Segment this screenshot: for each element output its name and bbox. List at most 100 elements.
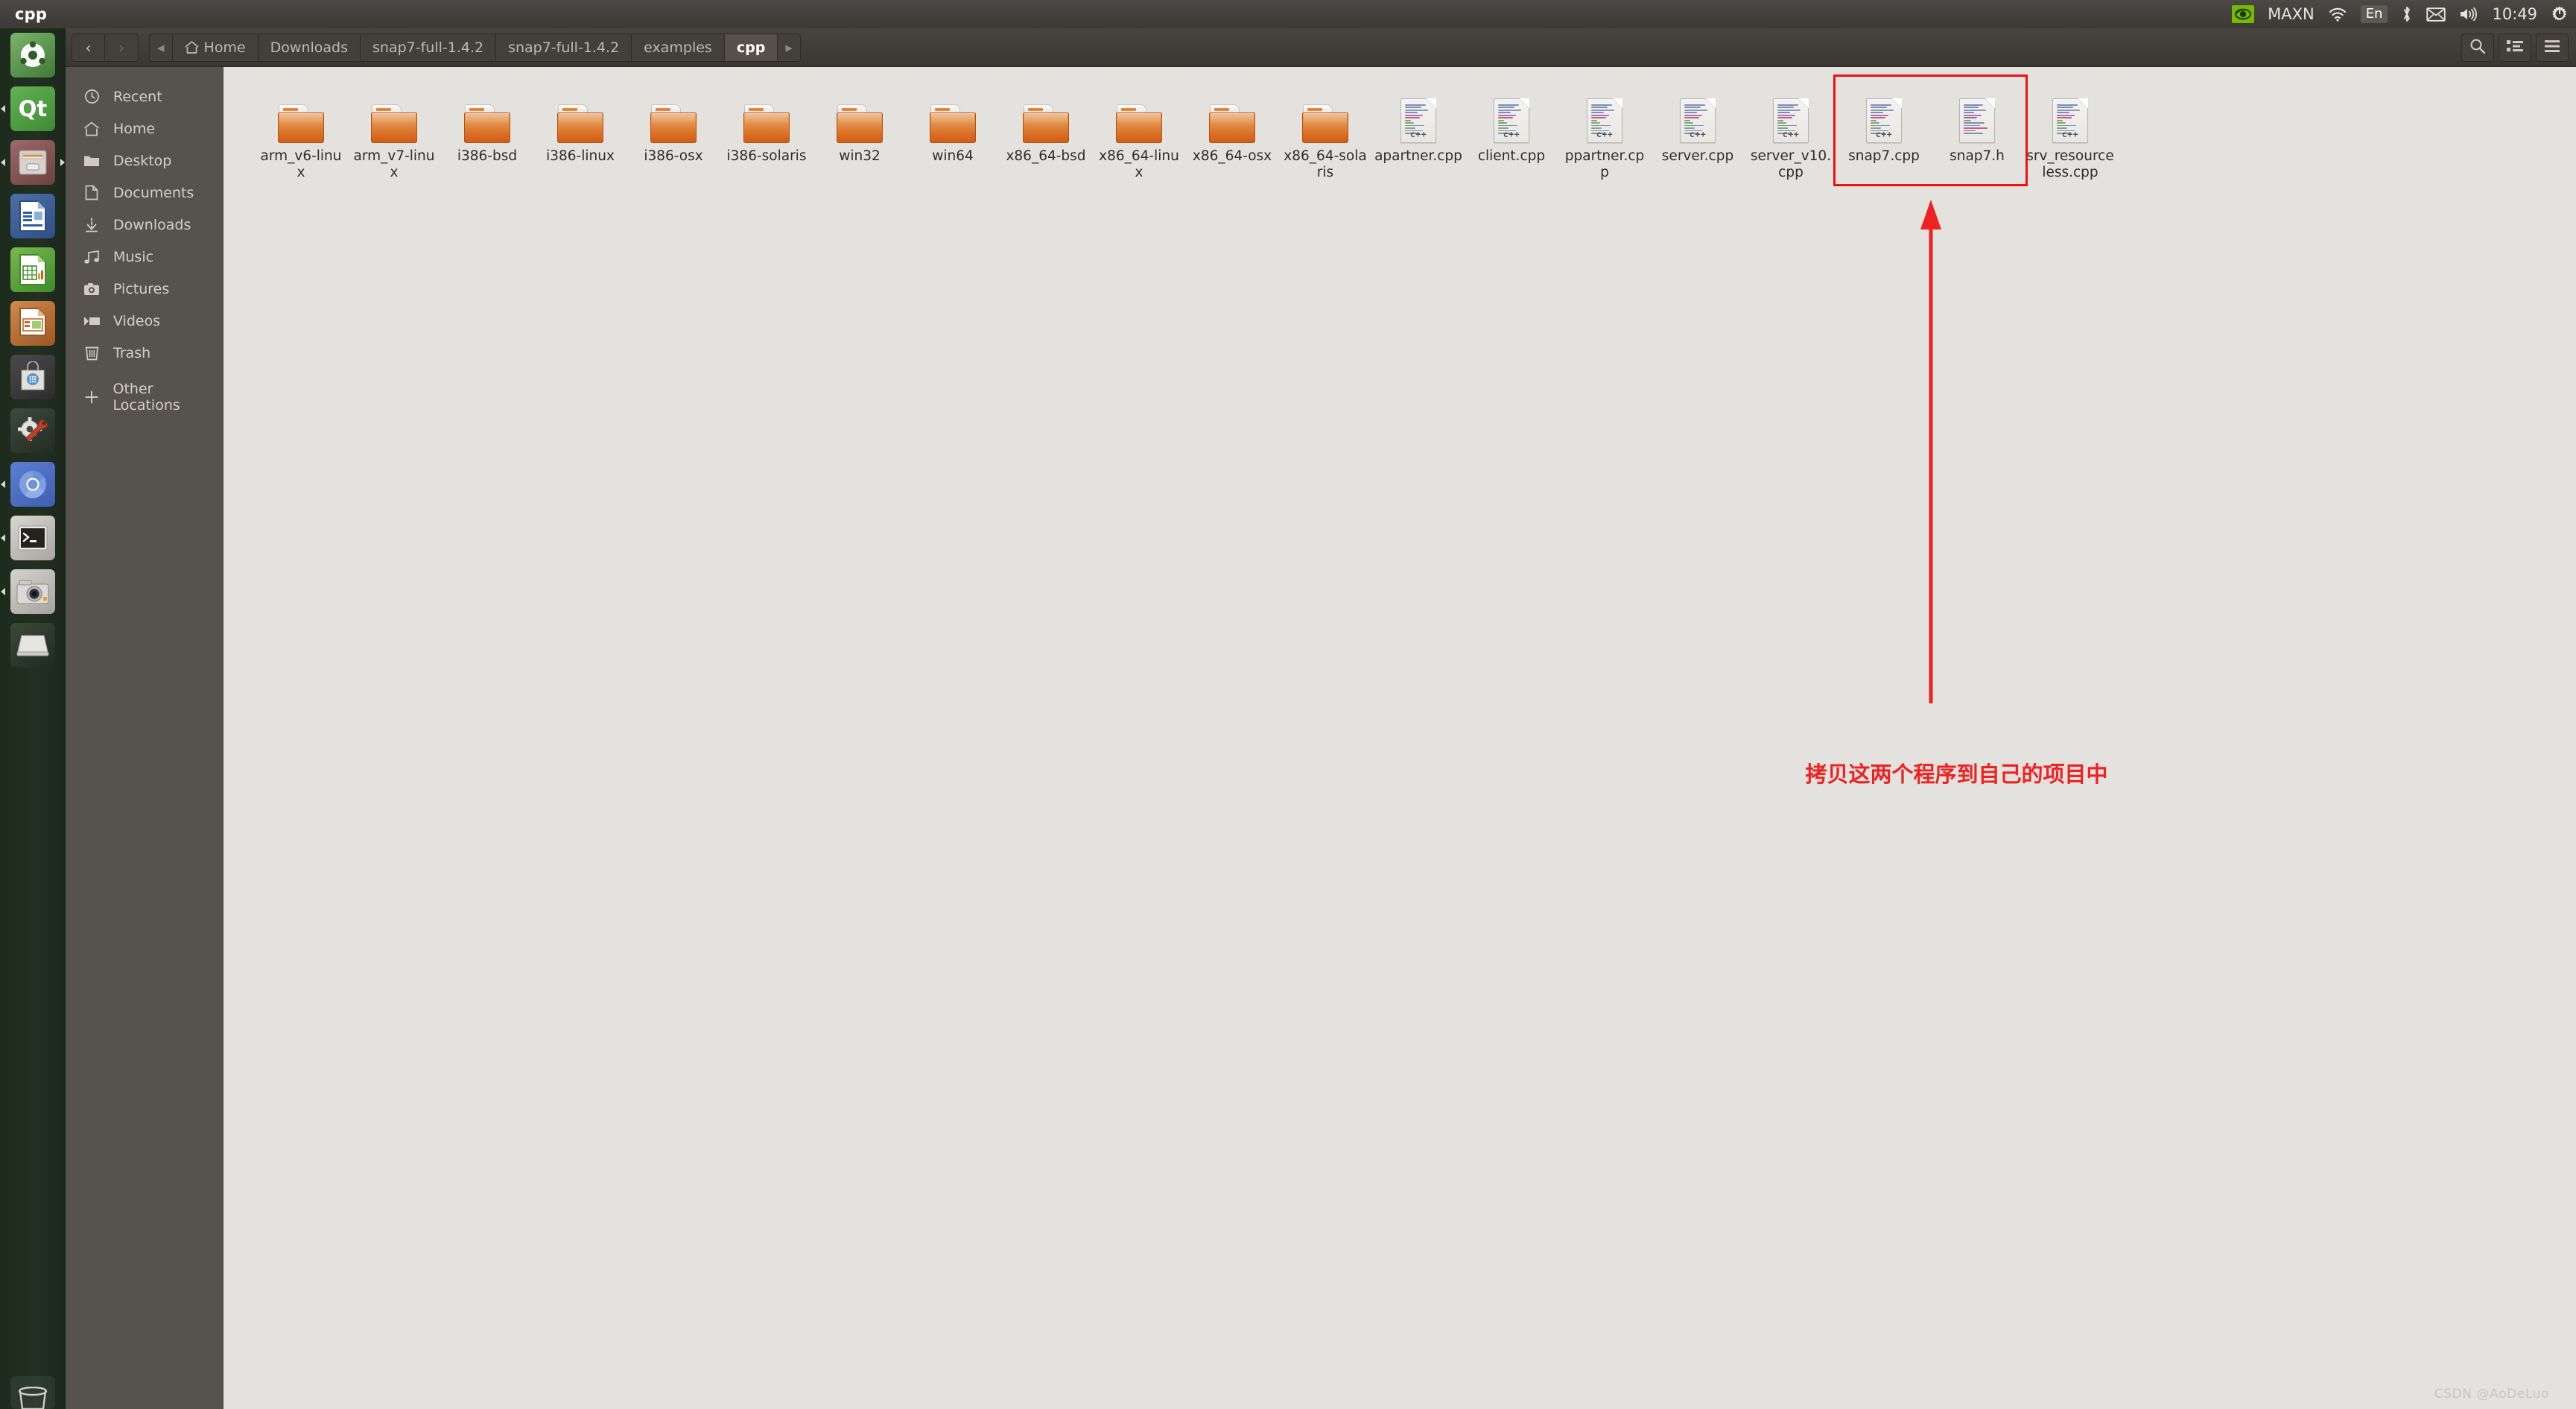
file-item[interactable]: c++ apartner.cpp <box>1372 79 1465 183</box>
ubuntu-software-icon <box>10 355 55 399</box>
file-item[interactable]: win64 <box>907 79 999 183</box>
file-name-label: server.cpp <box>1661 148 1734 164</box>
launcher-item-qt-creator[interactable]: Qt <box>0 82 66 136</box>
launcher-item-system-settings[interactable] <box>0 404 66 457</box>
file-item[interactable]: arm_v6-linux <box>255 79 347 183</box>
session-menu-indicator[interactable] <box>2551 5 2569 23</box>
file-icon-slot <box>464 85 510 143</box>
places-sidebar: Recent Home Desktop Documents Downloads … <box>66 67 223 1409</box>
sidebar-item-label: Documents <box>113 184 194 201</box>
bluetooth-indicator[interactable] <box>2401 5 2413 23</box>
bluetooth-icon <box>2401 5 2413 23</box>
file-icon-slot: c++ <box>1680 85 1716 143</box>
file-icon-view[interactable]: arm_v6-linux arm_v7-linux i386-bsd i386-… <box>223 67 2576 1409</box>
breadcrumb-scroll-left-button[interactable]: ◂ <box>150 34 173 61</box>
home-icon <box>185 41 199 54</box>
file-name-label: snap7.h <box>1950 148 2005 164</box>
file-item[interactable]: x86_64-osx <box>1186 79 1278 183</box>
sidebar-item-other-locations[interactable]: Other Locations <box>66 380 223 414</box>
messaging-indicator[interactable] <box>2426 7 2446 22</box>
cpp-type-label: c++ <box>1596 129 1614 139</box>
libreoffice-writer-icon <box>10 194 55 238</box>
file-item[interactable]: i386-osx <box>627 79 720 183</box>
forward-button[interactable]: › <box>105 34 138 61</box>
file-item[interactable]: c++ ppartner.cpp <box>1558 79 1651 183</box>
file-name-label: i386-bsd <box>457 148 518 164</box>
file-icon-slot <box>1959 85 1995 143</box>
sidebar-item-desktop[interactable]: Desktop <box>66 145 223 177</box>
breadcrumb-label: snap7-full-1.4.2 <box>372 39 484 56</box>
search-button[interactable] <box>2461 33 2494 62</box>
sidebar-item-label: Other Locations <box>112 380 180 414</box>
folder-icon <box>743 104 790 143</box>
breadcrumb-scroll-right-button[interactable]: ▸ <box>778 34 800 61</box>
file-item[interactable]: snap7.h <box>1931 79 2023 183</box>
folder-icon <box>1023 104 1069 143</box>
launcher-item-disk[interactable] <box>0 618 66 672</box>
sidebar-item-documents[interactable]: Documents <box>66 177 223 209</box>
file-name-label: snap7.cpp <box>1848 148 1920 164</box>
view-toggle-button[interactable] <box>2499 33 2531 62</box>
launcher-item-libreoffice-calc[interactable] <box>0 243 66 297</box>
launcher-item-files[interactable] <box>0 136 66 189</box>
file-item[interactable]: c++ client.cpp <box>1465 79 1558 183</box>
breadcrumb-label: snap7-full-1.4.2 <box>508 39 620 56</box>
launcher-item-ubuntu-software[interactable] <box>0 350 66 404</box>
wifi-indicator[interactable] <box>2328 7 2347 22</box>
file-item[interactable]: c++ server_v10.cpp <box>1745 79 1837 183</box>
breadcrumb-item-downloads[interactable]: Downloads <box>258 34 361 61</box>
breadcrumb-item-examples[interactable]: examples <box>632 34 725 61</box>
file-icon-slot: c++ <box>2052 85 2088 143</box>
launcher-item-chromium[interactable] <box>0 457 66 511</box>
launcher-item-terminal[interactable] <box>0 511 66 565</box>
sidebar-item-label: Recent <box>113 88 162 105</box>
cpp-source-file-icon: c++ <box>1680 98 1716 143</box>
volume-indicator[interactable] <box>2459 7 2478 22</box>
launcher-item-trash[interactable] <box>0 1355 66 1409</box>
back-button[interactable]: ‹ <box>72 34 105 61</box>
launcher-item-camera[interactable] <box>0 565 66 618</box>
file-manager-window: ‹ › ◂ Home Downloads snap7-full-1.4.2 sn… <box>66 28 2576 1409</box>
file-name-label: client.cpp <box>1477 148 1546 164</box>
sidebar-item-pictures[interactable]: Pictures <box>66 273 223 305</box>
file-item[interactable]: arm_v7-linux <box>348 79 440 183</box>
breadcrumb-item-snap7-inner[interactable]: snap7-full-1.4.2 <box>496 34 632 61</box>
file-item[interactable]: x86_64-solaris <box>1279 79 1371 183</box>
nvidia-gpu-indicator[interactable] <box>2232 5 2255 23</box>
menu-button[interactable] <box>2536 33 2569 62</box>
keyboard-layout-indicator[interactable]: En <box>2360 5 2388 23</box>
file-item[interactable]: i386-solaris <box>720 79 813 183</box>
sidebar-item-music[interactable]: Music <box>66 241 223 273</box>
headerbar-right-buttons <box>2461 33 2569 62</box>
sidebar-item-downloads[interactable]: Downloads <box>66 209 223 241</box>
launcher-item-libreoffice-impress[interactable] <box>0 297 66 350</box>
sidebar-item-recent[interactable]: Recent <box>66 80 223 113</box>
gpu-mode-label[interactable]: MAXN <box>2268 5 2315 23</box>
volume-icon <box>2459 7 2478 22</box>
file-item[interactable]: c++ server.cpp <box>1652 79 1744 183</box>
file-name-label: x86_64-linux <box>1099 148 1179 180</box>
sidebar-item-videos[interactable]: Videos <box>66 305 223 337</box>
clock-label[interactable]: 10:49 <box>2492 5 2537 23</box>
file-item[interactable]: x86_64-bsd <box>1000 79 1092 183</box>
sidebar-item-trash[interactable]: Trash <box>66 337 223 369</box>
sidebar-item-home[interactable]: Home <box>66 113 223 145</box>
file-manager-body: Recent Home Desktop Documents Downloads … <box>66 67 2576 1409</box>
file-item[interactable]: i386-linux <box>534 79 626 183</box>
breadcrumb-item-cpp[interactable]: cpp <box>724 34 778 61</box>
file-item[interactable]: c++ snap7.cpp <box>1838 79 1930 183</box>
breadcrumb-item-home[interactable]: Home <box>172 34 258 61</box>
file-item[interactable]: i386-bsd <box>441 79 533 183</box>
file-item[interactable]: x86_64-linux <box>1093 79 1185 183</box>
cpp-source-file-icon: c++ <box>1773 98 1809 143</box>
file-grid: arm_v6-linux arm_v7-linux i386-bsd i386-… <box>223 67 2576 183</box>
launcher-item-libreoffice-writer[interactable] <box>0 189 66 243</box>
home-icon <box>82 121 101 136</box>
cpp-type-label: c++ <box>2061 129 2079 139</box>
file-name-label: win32 <box>839 148 881 164</box>
breadcrumb-item-snap7-outer[interactable]: snap7-full-1.4.2 <box>361 34 497 61</box>
launcher-item-ubuntu-dash[interactable] <box>0 28 66 82</box>
file-item[interactable]: c++ srv_resourceless.cpp <box>2024 79 2116 183</box>
file-icon-slot <box>371 85 417 143</box>
file-item[interactable]: win32 <box>813 79 906 183</box>
